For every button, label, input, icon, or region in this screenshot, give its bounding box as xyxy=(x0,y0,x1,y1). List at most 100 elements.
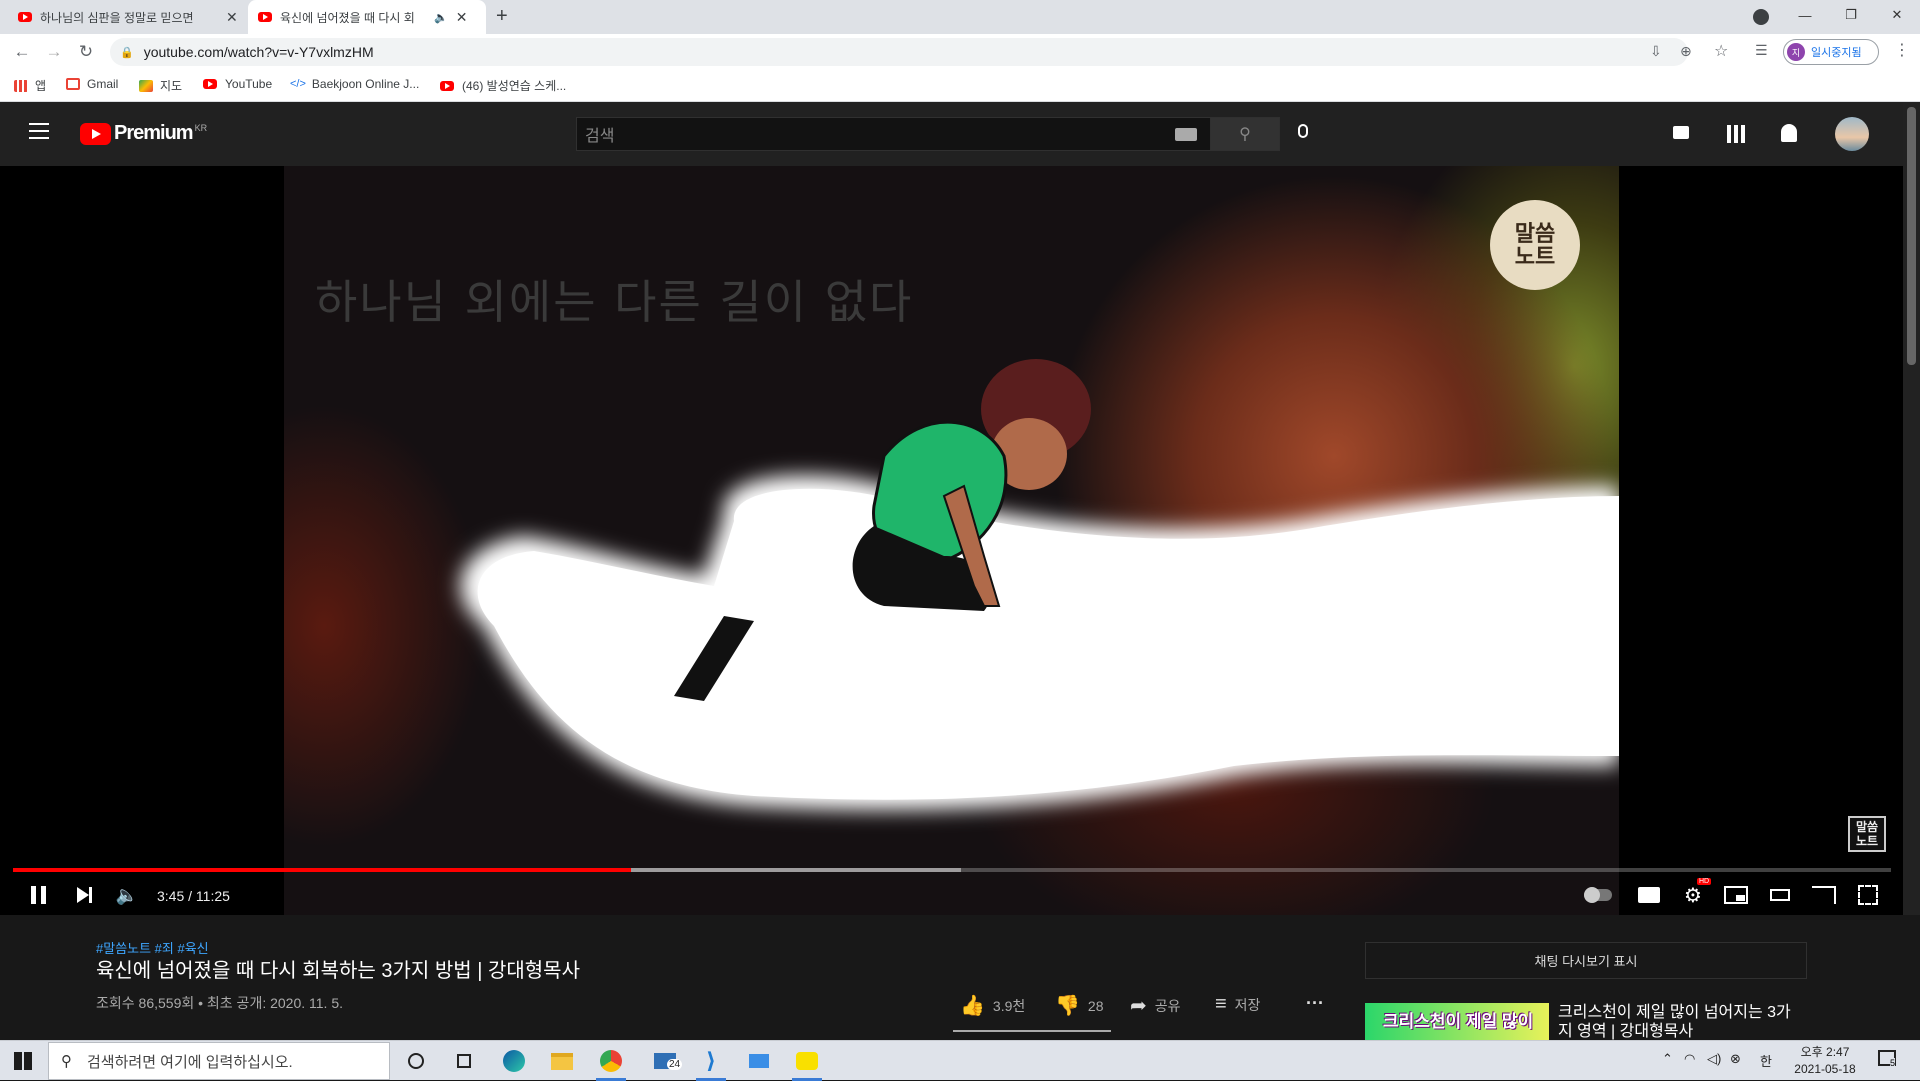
youtube-icon xyxy=(203,79,217,89)
volume-button[interactable]: 🔈 xyxy=(114,880,140,910)
close-tab-icon[interactable]: ✕ xyxy=(226,9,238,26)
microphone-icon[interactable] xyxy=(1298,124,1308,138)
notifications-bell-icon[interactable] xyxy=(1781,124,1797,142)
page-scrollbar[interactable] xyxy=(1903,102,1920,1040)
profile-status: 일시중지됨 xyxy=(1811,47,1862,59)
autoplay-toggle[interactable] xyxy=(1583,880,1613,910)
task-view-icon[interactable] xyxy=(446,1045,482,1077)
reading-list-icon[interactable]: ☰ xyxy=(1755,42,1768,59)
bookmark-baekjoon[interactable]: </> Baekjoon Online J... xyxy=(290,77,419,91)
save-button[interactable]: ≡ 저장 xyxy=(1215,993,1260,1016)
video-player[interactable]: 하나님 외에는 다른 길이 없다 말씀 노트 말씀 노트 🔈 3:45 / 11:2… xyxy=(0,166,1920,915)
badge-line-2: 노트 xyxy=(1514,244,1556,269)
subtitles-button[interactable] xyxy=(1636,880,1662,910)
share-button[interactable]: ➦ 공유 xyxy=(1130,993,1181,1018)
keyboard-icon[interactable] xyxy=(1175,128,1197,141)
create-video-icon[interactable] xyxy=(1673,126,1689,139)
chrome-icon[interactable] xyxy=(593,1045,629,1081)
status-icon[interactable]: ⊗ xyxy=(1730,1051,1741,1067)
like-ratio-bar xyxy=(953,1030,1111,1032)
profile-button[interactable]: 지 일시중지됨 xyxy=(1783,39,1879,65)
remote-desktop-icon[interactable] xyxy=(741,1045,777,1077)
search-input[interactable]: 검색 xyxy=(576,117,1210,151)
tab-search-icon[interactable] xyxy=(1753,9,1769,25)
hamburger-menu-icon[interactable] xyxy=(29,123,49,139)
time-display: 3:45 / 11:25 xyxy=(157,888,230,904)
browser-tab-2[interactable]: 육신에 넘어졌을 때 다시 회 🔈 ✕ xyxy=(248,0,486,34)
bookmark-youtube[interactable]: YouTube xyxy=(203,77,272,91)
youtube-premium-logo[interactable]: Premium KR xyxy=(80,122,207,145)
edge-icon[interactable] xyxy=(496,1045,532,1077)
channel-watermark[interactable]: 말씀 노트 xyxy=(1848,816,1886,852)
zoom-icon[interactable]: ⊕ xyxy=(1680,43,1692,60)
bookmark-apps[interactable]: 앱 xyxy=(14,77,46,94)
bookmark-gmail[interactable]: Gmail xyxy=(66,77,118,91)
scrollbar-thumb[interactable] xyxy=(1907,107,1916,365)
theater-mode-button[interactable] xyxy=(1766,880,1794,910)
forward-icon[interactable]: → xyxy=(42,40,66,64)
like-count: 3.9천 xyxy=(992,997,1026,1014)
cortana-icon[interactable] xyxy=(398,1045,434,1077)
theater-icon xyxy=(1770,889,1790,901)
show-hidden-icons-icon[interactable]: ⌃ xyxy=(1662,1051,1673,1067)
network-icon[interactable]: ◠ xyxy=(1684,1051,1695,1067)
settings-button[interactable]: ⚙ HD xyxy=(1679,878,1712,910)
file-explorer-icon[interactable] xyxy=(544,1045,580,1077)
youtube-logo-icon xyxy=(80,122,111,145)
show-chat-replay-button[interactable]: 채팅 다시보기 표시 xyxy=(1365,942,1807,979)
next-video-button[interactable] xyxy=(72,880,96,910)
fullscreen-icon xyxy=(1858,885,1878,905)
close-tab-icon[interactable]: ✕ xyxy=(456,9,468,26)
audio-playing-icon[interactable]: 🔈 xyxy=(434,11,448,24)
menu-icon[interactable]: ⋮ xyxy=(1894,40,1910,60)
recommended-video-title[interactable]: 크리스천이 제일 많이 넘어지는 3가지 영역 | 강대형목사 xyxy=(1558,1003,1798,1041)
address-bar[interactable]: 🔒 youtube.com/watch?v=v-Y7vxlmzHM ⇩ ⊕ xyxy=(110,38,1692,66)
miniplayer-icon xyxy=(1724,886,1748,904)
dislike-button[interactable]: 👎 28 xyxy=(1055,993,1103,1018)
logo-region: KR xyxy=(194,122,208,133)
clock-date: 2021-05-18 xyxy=(1794,1062,1856,1076)
progress-bar[interactable] xyxy=(13,868,1891,872)
video-overlay-text: 하나님 외에는 다른 길이 없다 xyxy=(315,275,914,329)
close-window-icon[interactable]: ✕ xyxy=(1874,0,1920,30)
search-placeholder: 검색 xyxy=(585,128,615,145)
progress-played xyxy=(13,868,631,872)
taskbar-search-input[interactable]: ⚲ 검색하려면 여기에 입력하십시오. xyxy=(48,1042,390,1080)
reload-icon[interactable]: ↻ xyxy=(74,40,98,64)
bookmark-label: Gmail xyxy=(87,77,119,91)
recommended-video-thumbnail[interactable]: 크리스천이 제일 많이 xyxy=(1365,1003,1549,1040)
apps-icon[interactable] xyxy=(1727,125,1745,143)
url-text: youtube.com/watch?v=v-Y7vxlmzHM xyxy=(143,44,374,60)
like-button[interactable]: 👍 3.9천 xyxy=(960,993,1025,1018)
taskbar-clock[interactable]: 오후 2:47 2021-05-18 xyxy=(1785,1044,1865,1078)
restore-icon[interactable]: ❐ xyxy=(1828,0,1874,30)
kakaotalk-icon[interactable] xyxy=(789,1045,825,1081)
taskbar-search-placeholder: 검색하려면 여기에 입력하십시오. xyxy=(87,1053,293,1071)
video-info-section: #말씀노트 #죄 #육신 육신에 넘어졌을 때 다시 회복하는 3가지 방법 |… xyxy=(0,915,1920,1040)
back-icon[interactable]: ← xyxy=(10,40,34,64)
search-icon: ⚲ xyxy=(1239,126,1251,143)
avatar[interactable] xyxy=(1835,117,1869,151)
windows-start-icon[interactable] xyxy=(14,1052,32,1070)
ime-indicator[interactable]: 한 xyxy=(1760,1051,1772,1070)
miniplayer-button[interactable] xyxy=(1722,880,1750,910)
fullscreen-button[interactable] xyxy=(1854,880,1882,910)
minimize-icon[interactable]: — xyxy=(1782,0,1828,30)
bookmark-voice-practice[interactable]: (46) 발성연습 스케... xyxy=(440,77,566,94)
browser-tab-1[interactable]: 하나님의 심판을 정말로 믿으면 ✕ xyxy=(8,0,248,34)
volume-icon[interactable]: ◁) xyxy=(1707,1051,1721,1067)
new-tab-button[interactable]: + xyxy=(496,5,508,28)
bookmark-star-icon[interactable]: ☆ xyxy=(1714,41,1728,61)
vscode-icon[interactable]: ⟩ xyxy=(693,1045,729,1081)
search-icon: ⚲ xyxy=(61,1053,72,1070)
pause-button[interactable] xyxy=(26,880,50,910)
search-button[interactable]: ⚲ xyxy=(1210,117,1280,151)
mail-icon[interactable]: 24 xyxy=(647,1045,683,1077)
notification-center-icon[interactable]: 5 xyxy=(1878,1050,1896,1068)
install-icon[interactable]: ⇩ xyxy=(1650,43,1662,60)
pause-icon xyxy=(30,886,36,904)
bookmark-maps[interactable]: 지도 xyxy=(139,77,182,94)
next-icon xyxy=(76,887,89,903)
cast-button[interactable] xyxy=(1810,880,1838,910)
more-actions-button[interactable]: ··· xyxy=(1306,993,1324,1014)
